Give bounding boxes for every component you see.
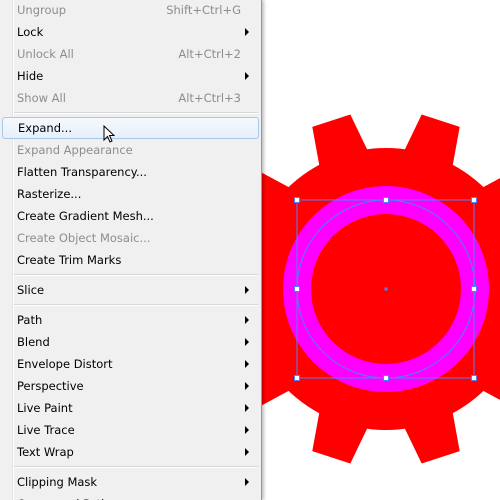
menu-item-shortcut: Alt+Ctrl+2: [178, 47, 241, 61]
mouse-pointer-icon: [103, 125, 116, 143]
submenu-arrow-icon: [245, 72, 249, 80]
menu-item-label: Create Object Mosaic...: [17, 231, 151, 245]
menu-item-expand[interactable]: Expand...: [2, 117, 259, 139]
menu-item-label: Flatten Transparency...: [17, 165, 147, 179]
resize-handle[interactable]: [471, 375, 477, 381]
menu-item-clipping-mask[interactable]: Clipping Mask: [2, 471, 258, 493]
menu-item-label: Path: [17, 313, 43, 327]
submenu-arrow-icon: [245, 286, 249, 294]
menu-item-label: Create Gradient Mesh...: [17, 209, 154, 223]
resize-handle[interactable]: [471, 286, 477, 292]
object-menu: Ungroup Shift+Ctrl+G Lock Unlock All Alt+Ctr…: [0, 0, 262, 500]
menu-item-create-trim-marks[interactable]: Create Trim Marks: [2, 249, 258, 271]
menu-item-rasterize[interactable]: Rasterize...: [2, 183, 258, 205]
resize-handle[interactable]: [383, 375, 389, 381]
submenu-arrow-icon: [245, 360, 249, 368]
submenu-arrow-icon: [245, 426, 249, 434]
menu-separator: [14, 304, 258, 306]
menu-item-label: Create Trim Marks: [17, 253, 122, 267]
menu-item-label: Clipping Mask: [17, 475, 98, 489]
menu-item-show-all[interactable]: Show All Alt+Ctrl+3: [2, 87, 258, 109]
menu-item-live-trace[interactable]: Live Trace: [2, 419, 258, 441]
menu-item-label: Perspective: [17, 379, 84, 393]
menu-item-label: Live Paint: [17, 401, 73, 415]
menu-item-label: Expand...: [18, 121, 72, 135]
menu-item-label: Envelope Distort: [17, 357, 113, 371]
menu-item-label: Rasterize...: [17, 187, 82, 201]
menu-item-blend[interactable]: Blend: [2, 331, 258, 353]
menu-item-compound-path[interactable]: Compound Path: [2, 493, 258, 500]
menu-item-label: Live Trace: [17, 423, 75, 437]
menu-item-slice[interactable]: Slice: [2, 279, 258, 301]
resize-handle[interactable]: [294, 286, 300, 292]
menu-item-shortcut: Alt+Ctrl+3: [178, 91, 241, 105]
center-point: [384, 287, 388, 291]
resize-handle[interactable]: [294, 197, 300, 203]
menu-item-hide[interactable]: Hide: [2, 65, 258, 87]
menu-item-label: Text Wrap: [17, 445, 74, 459]
resize-handle[interactable]: [471, 197, 477, 203]
menu-item-shortcut: Shift+Ctrl+G: [166, 3, 241, 17]
resize-handle[interactable]: [383, 197, 389, 203]
menu-item-label: Show All: [17, 91, 66, 105]
menu-item-text-wrap[interactable]: Text Wrap: [2, 441, 258, 463]
menu-item-create-gradient-mesh[interactable]: Create Gradient Mesh...: [2, 205, 258, 227]
menu-item-envelope-distort[interactable]: Envelope Distort: [2, 353, 258, 375]
menu-item-label: Hide: [17, 69, 44, 83]
menu-item-create-object-mosaic[interactable]: Create Object Mosaic...: [2, 227, 258, 249]
submenu-arrow-icon: [245, 404, 249, 412]
menu-item-label: Compound Path: [17, 493, 108, 500]
resize-handle[interactable]: [294, 375, 300, 381]
submenu-arrow-icon: [245, 382, 249, 390]
menu-separator: [14, 274, 258, 276]
menu-item-expand-appearance[interactable]: Expand Appearance: [2, 139, 258, 161]
menu-item-label: Unlock All: [17, 47, 74, 61]
menu-item-label: Slice: [17, 283, 45, 297]
submenu-arrow-icon: [245, 338, 249, 346]
menu-item-flatten-transparency[interactable]: Flatten Transparency...: [2, 161, 258, 183]
menu-item-lock[interactable]: Lock: [2, 21, 258, 43]
menu-item-ungroup[interactable]: Ungroup Shift+Ctrl+G: [2, 0, 258, 21]
menu-item-label: Blend: [17, 335, 50, 349]
menu-item-label: Lock: [17, 25, 44, 39]
submenu-arrow-icon: [245, 316, 249, 324]
menu-item-unlock-all[interactable]: Unlock All Alt+Ctrl+2: [2, 43, 258, 65]
menu-item-path[interactable]: Path: [2, 309, 258, 331]
submenu-arrow-icon: [245, 28, 249, 36]
menu-item-live-paint[interactable]: Live Paint: [2, 397, 258, 419]
submenu-arrow-icon: [245, 478, 249, 486]
menu-item-perspective[interactable]: Perspective: [2, 375, 258, 397]
menu-item-label: Ungroup: [17, 3, 67, 17]
menu-separator: [14, 466, 258, 468]
menu-separator: [14, 112, 258, 114]
submenu-arrow-icon: [245, 448, 249, 456]
